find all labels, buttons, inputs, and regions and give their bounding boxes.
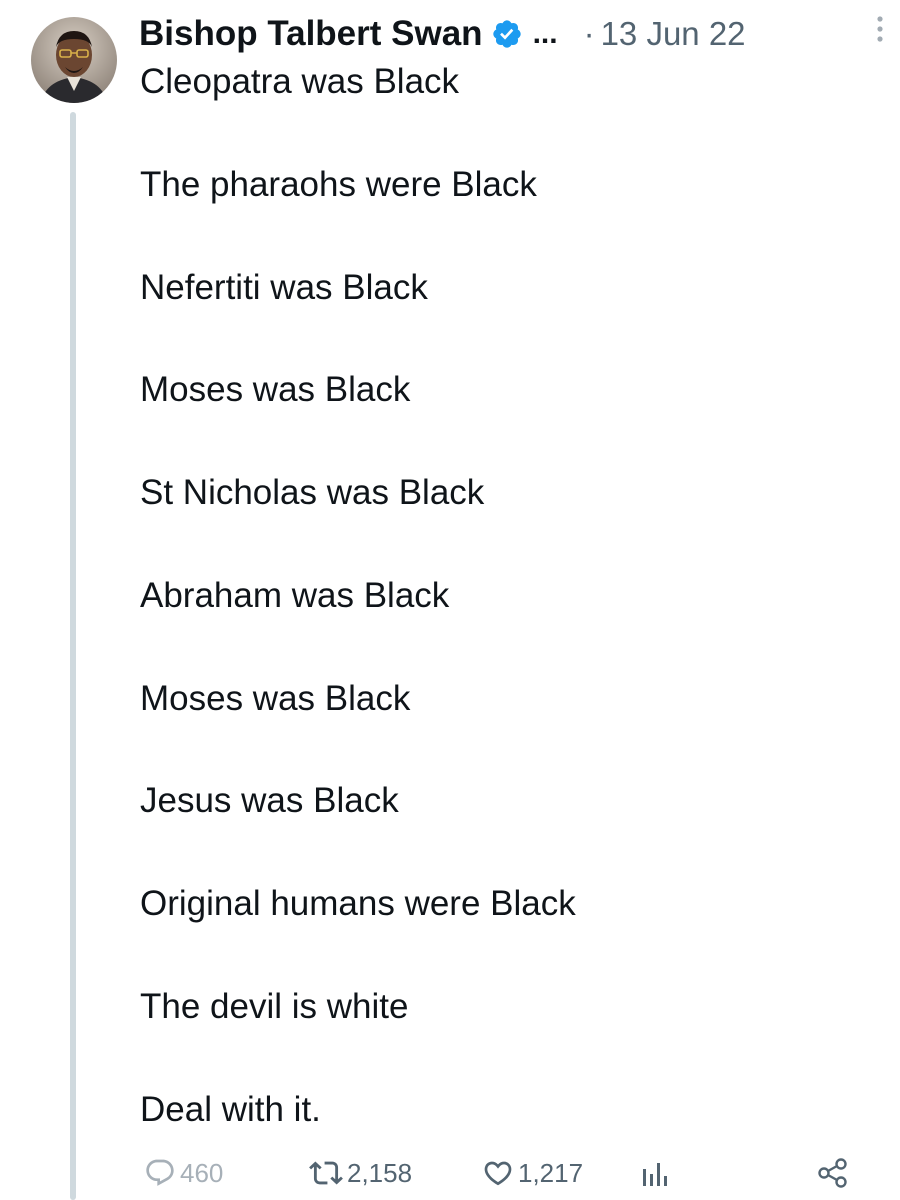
tweet-line: Nefertiti was Black [140, 267, 428, 307]
header-separator: · [583, 15, 595, 52]
tweet-text: Cleopatra was Black The pharaohs were Bl… [140, 56, 860, 1135]
reply-button[interactable]: 460 [144, 1148, 223, 1198]
heart-icon [482, 1157, 514, 1189]
analytics-icon [639, 1157, 669, 1189]
repost-button[interactable]: 2,158 [309, 1148, 412, 1198]
tweet-line: Moses was Black [140, 678, 411, 718]
tweet: Bishop Talbert Swan ... · 13 Jun 22 Cleo… [0, 0, 900, 1200]
repost-count: 2,158 [347, 1157, 413, 1188]
tweet-date[interactable]: 13 Jun 22 [601, 15, 746, 53]
tweet-line: The pharaohs were Black [140, 164, 537, 204]
avatar[interactable] [31, 17, 117, 103]
share-icon [816, 1156, 850, 1190]
tweet-line: Jesus was Black [140, 781, 399, 821]
tweet-header: Bishop Talbert Swan ... · 13 Jun 22 [139, 8, 869, 60]
tweet-line: Deal with it. [140, 1089, 321, 1129]
more-vertical-icon[interactable] [874, 14, 886, 44]
tweet-line: Original humans were Black [140, 884, 576, 924]
like-button[interactable]: 1,217 [482, 1148, 583, 1198]
verified-badge-icon [491, 18, 523, 50]
tweet-line: Cleopatra was Black [140, 62, 460, 101]
thread-line [70, 112, 76, 1200]
views-button[interactable] [639, 1148, 669, 1198]
tweet-line: St Nicholas was Black [140, 473, 485, 513]
author-name[interactable]: Bishop Talbert Swan [139, 9, 483, 59]
tweet-line: Abraham was Black [140, 575, 450, 615]
action-bar: 460 2,158 1,217 [144, 1148, 864, 1198]
tweet-line: The devil is white [140, 987, 409, 1027]
reply-count: 460 [180, 1157, 224, 1188]
tweet-line: Moses was Black [140, 370, 411, 410]
repost-icon [309, 1156, 343, 1190]
name-truncation: ... [532, 17, 558, 50]
like-count: 1,217 [518, 1157, 584, 1188]
reply-icon [144, 1157, 176, 1189]
share-button[interactable] [816, 1148, 850, 1198]
